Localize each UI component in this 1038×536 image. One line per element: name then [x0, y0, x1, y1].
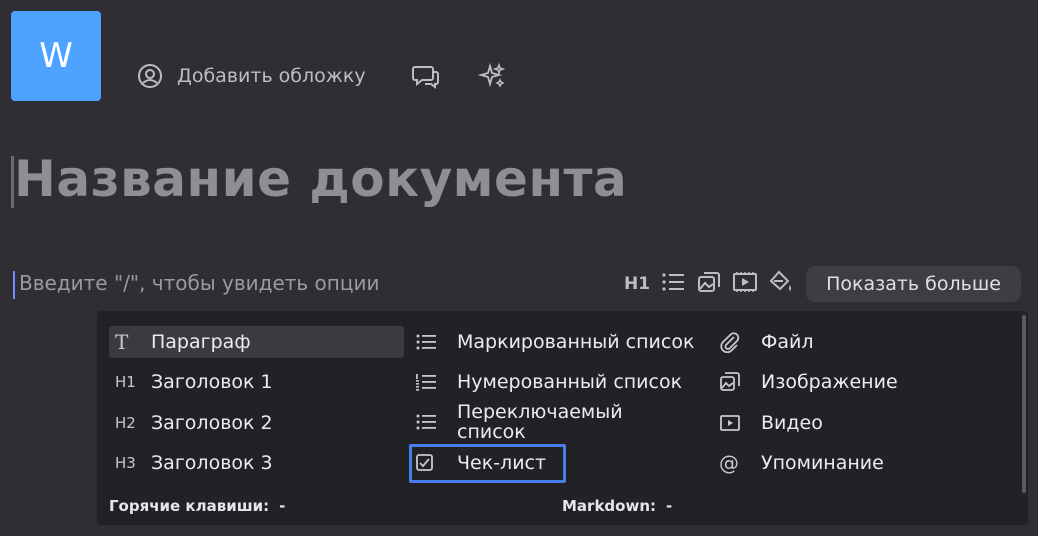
menu-item-label: Изображение: [761, 371, 898, 393]
editor-cursor: [13, 271, 15, 299]
paperclip-icon: [719, 331, 749, 353]
paint-bucket-button[interactable]: [768, 269, 794, 299]
menu-item-bulleted-list[interactable]: Маркированный список: [415, 326, 694, 358]
selection-highlight: [409, 444, 566, 483]
menu-scrollbar[interactable]: [1022, 315, 1026, 493]
editor-input[interactable]: Введите "/", чтобы увидеть опции: [19, 271, 379, 295]
show-more-label: Показать больше: [826, 273, 1001, 295]
menu-item-toggle-list[interactable]: Переключаемый список: [415, 401, 685, 443]
block-type-menu: T Параграф H1 Заголовок 1 H2 Заголовок 2…: [97, 311, 1028, 525]
numbered-list-icon: [415, 372, 445, 392]
document-title[interactable]: Название документа: [14, 150, 627, 208]
menu-item-label: Упоминание: [761, 452, 884, 474]
video-icon: [719, 412, 749, 434]
heading-3-icon: H3: [115, 454, 136, 472]
sparkle-icon: [477, 62, 506, 90]
video-button[interactable]: [732, 271, 758, 297]
workspace-avatar[interactable]: W: [11, 11, 101, 101]
menu-item-label: Заголовок 2: [151, 412, 273, 434]
menu-item-label: Файл: [761, 331, 814, 353]
header-actions: Добавить обложку: [137, 60, 506, 92]
video-icon: [732, 270, 758, 298]
markdown-hint: Markdown: -: [562, 497, 672, 515]
heading-1-button[interactable]: H1: [624, 274, 650, 294]
menu-item-file[interactable]: Файл: [719, 326, 814, 358]
menu-item-mention[interactable]: @ Упоминание: [719, 447, 884, 479]
editor-page: W Добавить обложку Название документа Вв…: [0, 0, 1038, 536]
ai-sparkle-button[interactable]: [477, 62, 506, 90]
menu-item-label: Переключаемый список: [457, 401, 623, 443]
menu-item-label: Заголовок 1: [151, 371, 273, 393]
menu-item-numbered-list[interactable]: Нумерованный список: [415, 366, 682, 398]
menu-item-paragraph[interactable]: T Параграф: [109, 326, 404, 358]
hotkeys-hint: Горячие клавиши: -: [109, 497, 285, 515]
menu-item-image[interactable]: Изображение: [719, 366, 898, 398]
avatar-letter: W: [39, 36, 73, 76]
bulleted-list-icon: [661, 271, 685, 297]
at-sign-icon: @: [719, 451, 739, 475]
menu-item-heading-1[interactable]: H1 Заголовок 1: [109, 366, 273, 398]
add-cover-button[interactable]: Добавить обложку: [137, 63, 366, 89]
menu-item-label: Маркированный список: [457, 331, 695, 353]
menu-item-heading-2[interactable]: H2 Заголовок 2: [109, 407, 273, 439]
toggle-list-icon: [415, 412, 445, 432]
image-button[interactable]: [696, 271, 722, 297]
hotkeys-value: -: [279, 497, 286, 515]
menu-item-heading-3[interactable]: H3 Заголовок 3: [109, 447, 273, 479]
block-toolbar: H1 Показать больше: [624, 266, 1021, 302]
bulleted-list-button[interactable]: [660, 271, 686, 297]
cover-icon: [137, 63, 163, 89]
heading-1-label: H1: [624, 274, 651, 294]
markdown-label: Markdown:: [562, 497, 656, 515]
menu-item-video[interactable]: Видео: [719, 407, 823, 439]
menu-item-label: Нумерованный список: [457, 371, 683, 393]
add-cover-label: Добавить обложку: [177, 65, 366, 87]
menu-item-label: Заголовок 3: [151, 452, 273, 474]
markdown-value: -: [666, 497, 673, 515]
bulleted-list-icon: [415, 332, 445, 352]
paint-bucket-icon: [768, 269, 794, 299]
show-more-button[interactable]: Показать больше: [806, 266, 1021, 302]
menu-item-label: Параграф: [151, 331, 251, 353]
heading-2-icon: H2: [115, 414, 136, 432]
text-icon: T: [115, 330, 129, 354]
hotkeys-label: Горячие клавиши:: [109, 497, 270, 515]
menu-item-label: Видео: [761, 412, 823, 434]
comments-button[interactable]: [411, 63, 440, 89]
image-icon: [719, 371, 749, 393]
heading-1-icon: H1: [115, 373, 136, 391]
comments-icon: [411, 63, 440, 89]
image-icon: [697, 270, 721, 298]
